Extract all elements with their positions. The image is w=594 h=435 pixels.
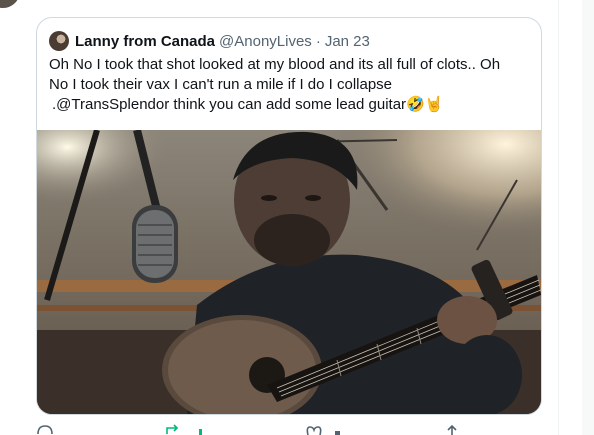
quoted-tweet-text: Oh No I took that shot looked at my bloo…	[49, 55, 529, 115]
video-media[interactable]	[37, 129, 541, 414]
author-avatar[interactable]	[0, 0, 20, 8]
reply-button[interactable]	[36, 424, 54, 435]
quoted-tweet-header: Lanny from Canada @AnonyLives · Jan 23	[49, 31, 370, 51]
quoted-author-name[interactable]: Lanny from Canada	[75, 33, 215, 50]
tweet-action-bar	[0, 424, 558, 435]
quoted-tweet-card[interactable]: Lanny from Canada @AnonyLives · Jan 23 O…	[36, 17, 542, 415]
timeline-divider	[558, 0, 559, 435]
video-thumbnail	[37, 129, 541, 414]
quoted-author-avatar[interactable]	[49, 31, 69, 51]
tweet-text-line: No I took their vax I can't run a mile i…	[49, 76, 393, 93]
share-button[interactable]	[444, 424, 462, 435]
emoji-laugh-rock-icon: 🤣🤘	[406, 96, 444, 113]
retweet-button[interactable]	[165, 424, 205, 435]
quoted-author-handle[interactable]: @AnonyLives	[219, 33, 312, 50]
retweet-icon	[166, 424, 202, 435]
share-icon	[447, 424, 457, 435]
like-icon	[306, 426, 340, 435]
header-separator: ·	[315, 32, 321, 50]
scrollbar-track[interactable]	[582, 0, 594, 435]
tweet-text-segment: .@TransSplendor think you can add some l…	[52, 96, 407, 113]
reply-icon	[37, 425, 53, 435]
quoted-tweet-date[interactable]: Jan 23	[325, 33, 370, 50]
tweet-text-line: Oh No I took that shot looked at my bloo…	[49, 56, 501, 73]
tweet-text-line: .@TransSplendor think you can add some l…	[49, 95, 529, 115]
like-button[interactable]	[305, 424, 345, 435]
